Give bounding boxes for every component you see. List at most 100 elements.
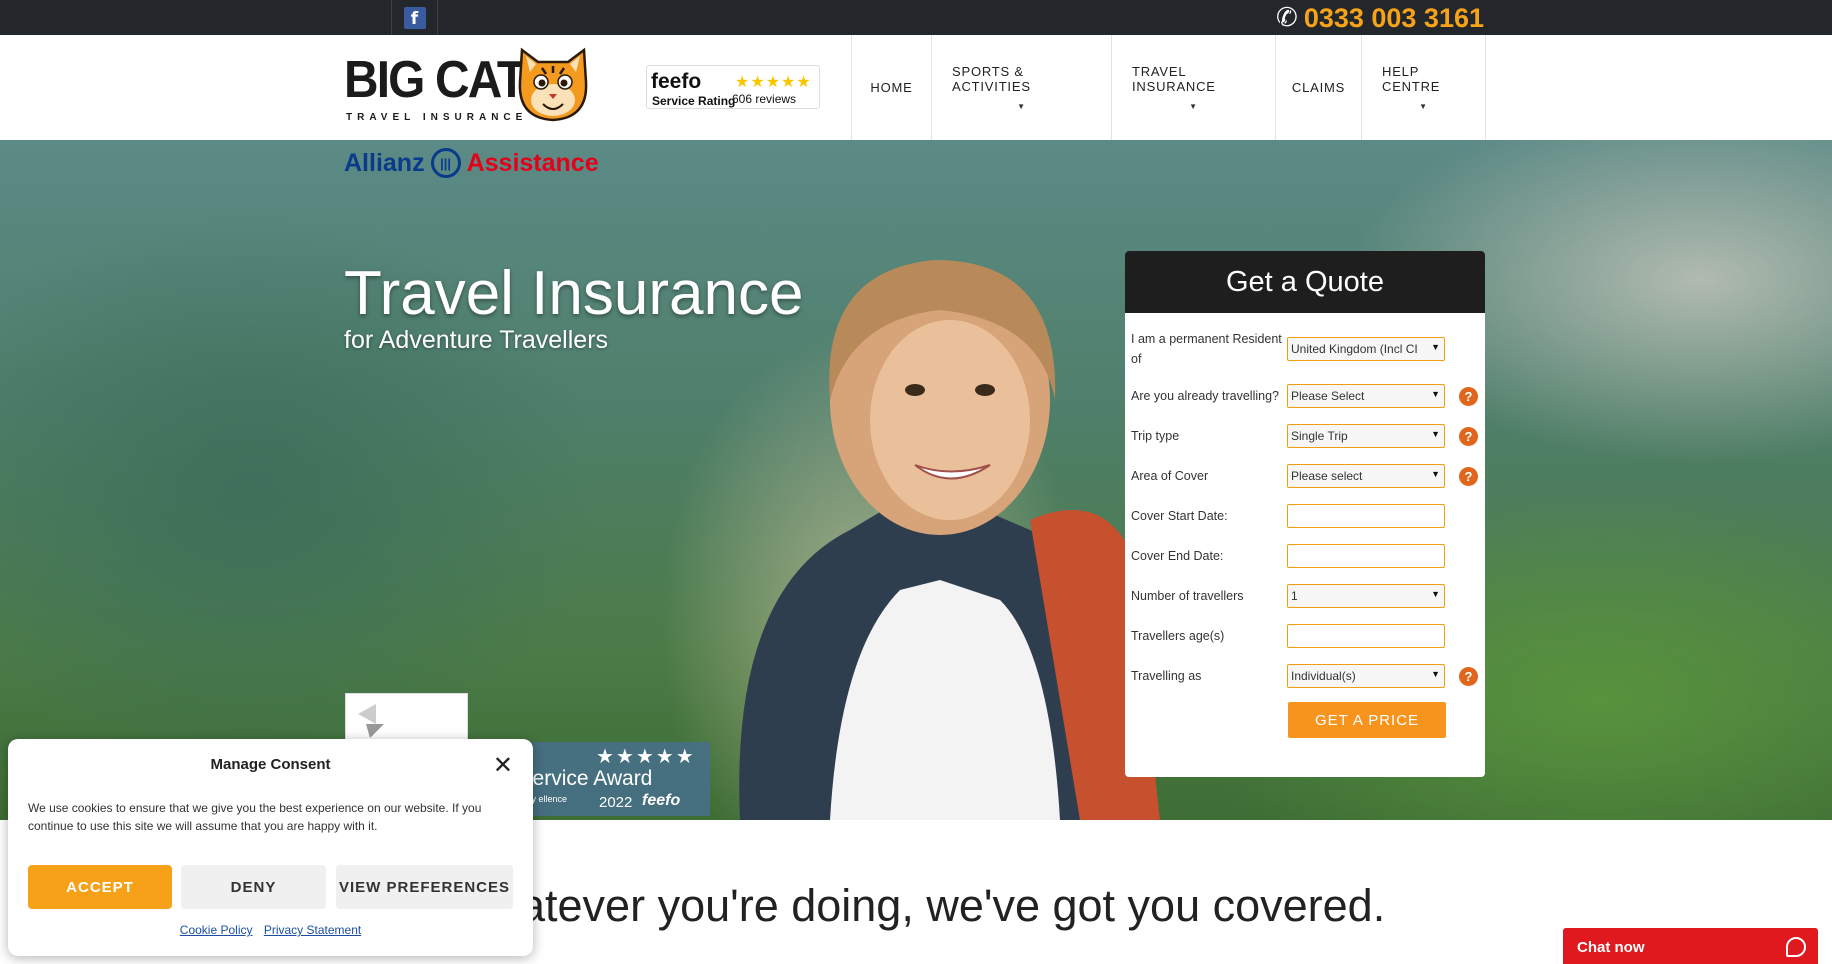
nav-help-centre[interactable]: HELP CENTRE ▼ [1361,35,1486,140]
nav-home[interactable]: HOME [851,35,931,140]
nav-travel-insurance-label: TRAVEL INSURANCE [1132,64,1216,94]
award-stars: ★★★★★ [596,744,696,768]
nav-claims[interactable]: CLAIMS [1275,35,1361,140]
allianz-wordmark: Allianz [344,148,425,177]
consent-title: Manage Consent [210,756,331,773]
area-of-cover-select[interactable]: Please select ▼ [1287,464,1445,488]
site-logo[interactable]: BIG CAT TRAVEL INSURANCE [344,42,594,124]
feefo-rating-badge[interactable]: feefo ★★★★★ Service Rating 606 reviews [646,65,820,109]
phone-link[interactable]: ✆ 0333 003 3161 [1276,2,1484,34]
section-headline: atever you're doing, we've got you cover… [520,880,1386,931]
top-bar: f ✆ 0333 003 3161 [0,0,1832,35]
allianz-assistance-logo: Allianz ||| Assistance [344,148,599,178]
quote-row-already-travelling: Are you already travelling? Please Selec… [1131,384,1483,408]
phone-number: 0333 003 3161 [1303,2,1484,33]
main-nav: HOME SPORTS & ACTIVITIES ▼ TRAVEL INSURA… [851,35,1486,140]
chevron-down-icon: ▼ [1431,469,1440,479]
caret-down-icon: ▼ [1189,102,1198,111]
start-date-label: Cover Start Date: [1131,509,1228,523]
award-emblem-icon [358,704,384,738]
nav-claims-label: CLAIMS [1291,80,1346,95]
hero-banner: ★★★★★ um d Service Award ntly ellence 20… [0,140,1832,820]
feefo-stars: ★★★★★ [735,72,812,91]
consent-text: We use cookies to ensure that we give yo… [28,801,482,833]
deny-button[interactable]: DENY [181,865,326,909]
end-date-label: Cover End Date: [1131,549,1224,563]
quote-row-end-date: Cover End Date: [1131,544,1483,568]
trip-type-value: Single Trip [1291,429,1348,443]
logo-main-text: BIG CAT [344,51,526,109]
help-icon[interactable]: ? [1459,386,1478,406]
travelling-as-value: Individual(s) [1291,669,1356,683]
ages-input[interactable] [1287,624,1445,648]
award-year: 2022 [599,794,633,811]
residence-select[interactable]: United Kingdom (Incl CI ▼ [1287,337,1445,361]
chevron-down-icon: ▼ [1431,429,1440,439]
feefo-logo: feefo [651,70,702,93]
close-icon[interactable]: ✕ [493,751,513,779]
caret-down-icon: ▼ [1419,102,1428,111]
help-icon[interactable]: ? [1459,426,1478,446]
quote-form: Get a Quote I am a permanent Resident of… [1125,251,1485,777]
feefo-rating-label: Service Rating [652,94,736,108]
nav-help-centre-label: HELP CENTRE [1382,64,1441,94]
end-date-input[interactable] [1287,544,1445,568]
hero-subtitle: for Adventure Travellers [344,326,609,354]
travelling-as-label: Travelling as [1131,669,1202,683]
travelling-as-select[interactable]: Individual(s) ▼ [1287,664,1445,688]
nav-home-label: HOME [870,80,913,95]
quote-row-travellers: Number of travellers 1 ▼ [1131,584,1483,608]
get-a-price-button[interactable]: GET A PRICE [1288,702,1446,738]
award-feefo-logo: feefo [642,792,681,809]
privacy-statement-link[interactable]: Privacy Statement [264,923,361,937]
already-travelling-label: Are you already travelling? [1131,389,1279,403]
logo-sub-text: TRAVEL INSURANCE [346,112,528,123]
feefo-review-count: 606 reviews [732,92,797,106]
phone-icon: ✆ [1276,3,1298,33]
quote-row-ages: Travellers age(s) [1131,624,1483,648]
quote-row-travelling-as: Travelling as Individual(s) ▼ ? [1131,664,1483,688]
cat-mascot-icon [518,47,588,122]
chat-bubble-icon [1786,937,1806,957]
caret-down-icon: ▼ [1017,102,1026,111]
assistance-wordmark: Assistance [466,148,599,177]
chevron-down-icon: ▼ [1431,589,1440,599]
area-of-cover-value: Please select [1291,469,1363,483]
quote-row-residence: I am a permanent Resident of United King… [1131,329,1483,369]
quote-form-title: Get a Quote [1125,251,1485,313]
residence-label: I am a permanent Resident of [1131,332,1282,366]
award-badge-small [345,693,468,741]
chevron-down-icon: ▼ [1431,342,1440,352]
hero-title: Travel Insurance [344,259,804,328]
already-travelling-value: Please Select [1291,389,1365,403]
chevron-down-icon: ▼ [1431,389,1440,399]
nav-sports-activities-label: SPORTS & ACTIVITIES [952,64,1031,94]
help-icon[interactable]: ? [1459,666,1478,686]
nav-travel-insurance[interactable]: TRAVEL INSURANCE ▼ [1111,35,1275,140]
trip-type-select[interactable]: Single Trip ▼ [1287,424,1445,448]
quote-row-trip-type: Trip type Single Trip ▼ ? [1131,424,1483,448]
cookie-consent-dialog: Manage Consent ✕ We use cookies to ensur… [8,739,533,956]
start-date-input[interactable] [1287,504,1445,528]
facebook-link[interactable]: f [391,0,438,35]
chat-now-button[interactable]: Chat now [1563,928,1818,964]
chevron-down-icon: ▼ [1431,669,1440,679]
travellers-select[interactable]: 1 ▼ [1287,584,1445,608]
nav-sports-activities[interactable]: SPORTS & ACTIVITIES ▼ [931,35,1111,140]
travellers-value: 1 [1291,589,1298,603]
view-preferences-button[interactable]: VIEW PREFERENCES [336,865,513,909]
travellers-label: Number of travellers [1131,589,1244,603]
residence-value: United Kingdom (Incl CI [1291,342,1418,356]
trip-type-label: Trip type [1131,429,1180,443]
accept-button[interactable]: ACCEPT [28,865,172,909]
cookie-policy-link[interactable]: Cookie Policy [180,923,253,937]
chat-label: Chat now [1577,938,1645,956]
facebook-icon: f [403,6,426,29]
quote-row-start-date: Cover Start Date: [1131,504,1483,528]
allianz-emblem-icon: ||| [430,148,461,178]
ages-label: Travellers age(s) [1131,629,1225,643]
consent-links: Cookie Policy Privacy Statement [8,923,533,937]
already-travelling-select[interactable]: Please Select ▼ [1287,384,1445,408]
help-icon[interactable]: ? [1459,466,1478,486]
quote-row-area-of-cover: Area of Cover Please select ▼ ? [1131,464,1483,488]
